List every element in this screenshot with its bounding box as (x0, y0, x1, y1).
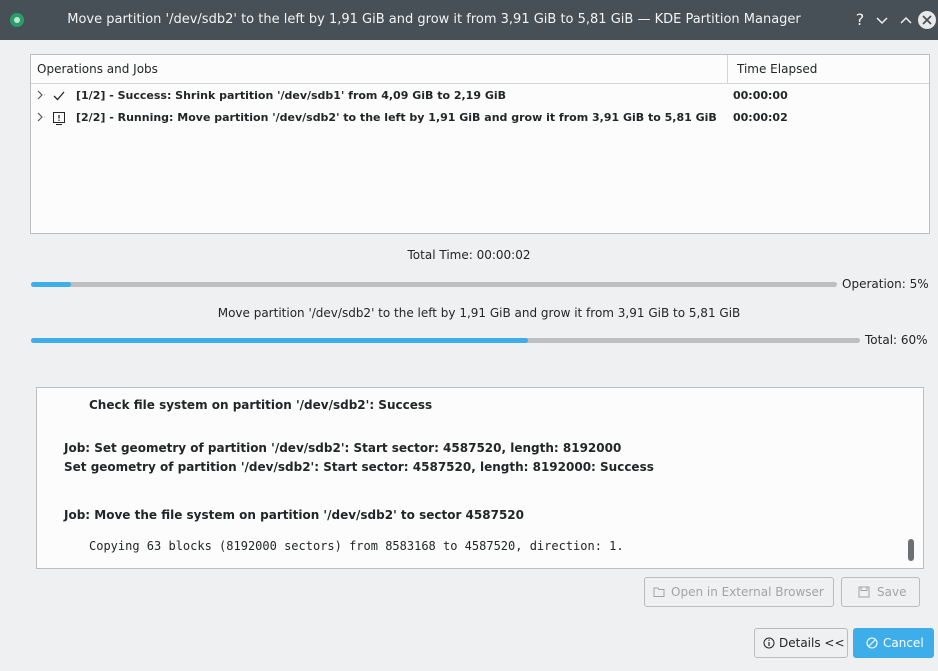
total-time-label: Total Time: 00:00:02 (407, 248, 531, 262)
cancel-label: Cancel (883, 636, 924, 650)
open-in-external-browser-button[interactable]: Open in External Browser (644, 577, 834, 607)
job-description: [1/2] - Success: Shrink partition '/dev/… (76, 89, 506, 102)
details-toggle-label: Details << (779, 636, 845, 650)
log-scrollbar-thumb[interactable] (908, 539, 914, 561)
expand-arrow-icon[interactable] (35, 88, 45, 102)
cancel-button[interactable]: Cancel (853, 628, 934, 658)
log-line: Job: Set geometry of partition '/dev/sdb… (64, 441, 622, 455)
job-row[interactable]: [1/2] - Success: Shrink partition '/dev/… (31, 85, 929, 107)
log-line: Set geometry of partition '/dev/sdb2': S… (64, 460, 654, 474)
close-button[interactable] (918, 11, 936, 29)
total-progress-label: Total: 60% (865, 333, 928, 347)
maximize-button[interactable] (896, 10, 916, 30)
operation-progress-fill (31, 282, 72, 287)
folder-icon (653, 587, 665, 597)
help-button[interactable]: ? (850, 10, 870, 30)
window-title: Move partition '/dev/sdb2' to the left b… (67, 12, 801, 27)
partition-manager-app-icon (10, 13, 24, 27)
log-line: Job: Move the file system on partition '… (64, 508, 525, 522)
current-operation-description: Move partition '/dev/sdb2' to the left b… (217, 306, 741, 320)
cancel-icon (866, 637, 878, 649)
save-icon (858, 586, 870, 598)
details-log-view[interactable]: · · · · Check file system on partition '… (36, 387, 924, 569)
window-titlebar: Move partition '/dev/sdb2' to the left b… (0, 0, 938, 40)
job-time-elapsed: 00:00:00 (733, 89, 788, 102)
log-line: Check file system on partition '/dev/sdb… (89, 398, 433, 412)
column-header-time-elapsed[interactable]: Time Elapsed (737, 55, 817, 83)
total-progress-bar (31, 338, 860, 343)
operation-progress-label: Operation: 5% (842, 277, 929, 291)
column-header-operations[interactable]: Operations and Jobs (37, 55, 158, 83)
tree-header: Operations and Jobs Time Elapsed (31, 55, 929, 84)
details-toggle-button[interactable]: Details << (754, 628, 848, 658)
open-in-external-browser-label: Open in External Browser (671, 585, 824, 599)
job-time-elapsed: 00:00:02 (733, 111, 788, 124)
expand-arrow-icon[interactable] (35, 110, 45, 124)
operations-jobs-tree: Operations and Jobs Time Elapsed [1/2] -… (30, 54, 930, 234)
job-row[interactable]: [2/2] - Running: Move partition '/dev/sd… (31, 107, 929, 129)
save-button[interactable]: Save (841, 577, 920, 607)
total-progress-fill (31, 338, 529, 343)
info-icon (763, 637, 775, 649)
operation-progress-bar (31, 282, 837, 287)
log-line-output: Copying 63 blocks (8192000 sectors) from… (89, 539, 624, 553)
minimize-button[interactable] (872, 10, 892, 30)
column-divider (727, 55, 728, 83)
job-description: [2/2] - Running: Move partition '/dev/sd… (76, 111, 717, 124)
checkmark-icon (53, 91, 65, 101)
save-label: Save (877, 585, 907, 599)
running-job-icon (53, 112, 65, 125)
log-line-cutoff: · · · · (89, 387, 120, 394)
